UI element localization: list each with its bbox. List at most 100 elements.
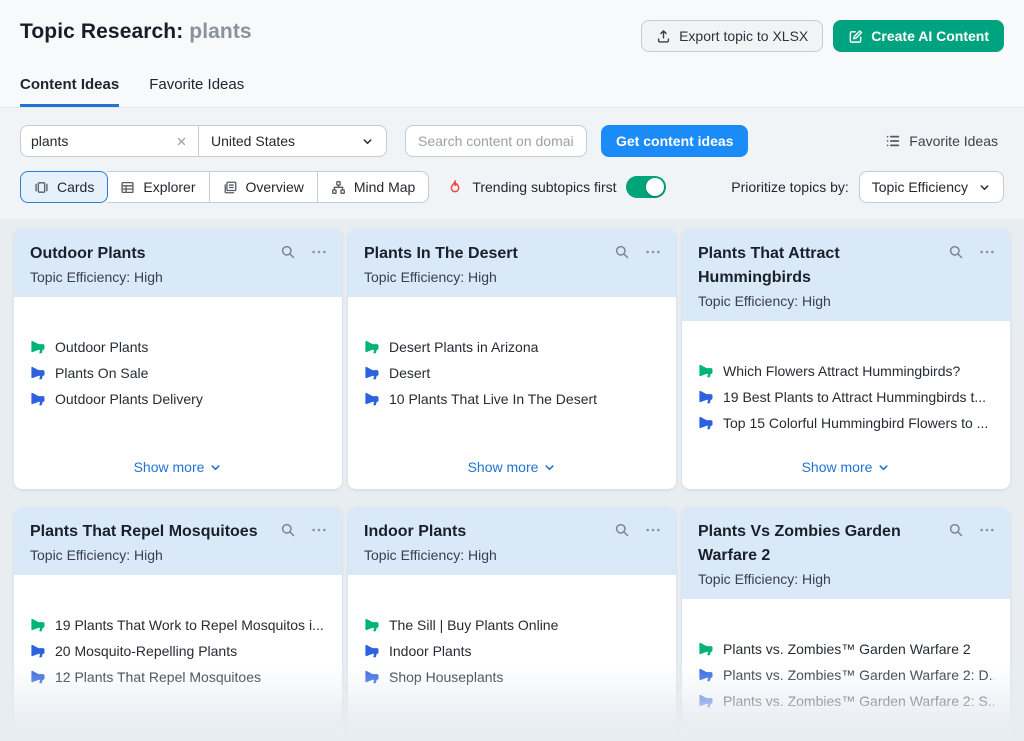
search-icon[interactable] (948, 522, 964, 538)
subtopic-item-label: 19 Plants That Work to Repel Mosquitos i… (55, 617, 324, 633)
tab-content-ideas[interactable]: Content Ideas (20, 76, 119, 107)
subtopic-item-label: The Sill | Buy Plants Online (389, 617, 558, 633)
megaphone-icon (698, 693, 714, 709)
view-tab-overview-label: Overview (246, 179, 304, 195)
topic-search-field[interactable] (21, 126, 199, 156)
card-header: Indoor Plants Topic Efficiency: High (348, 507, 676, 575)
trending-toggle[interactable] (626, 176, 666, 198)
chevron-down-icon (877, 461, 890, 474)
view-tab-cards[interactable]: Cards (20, 171, 108, 203)
table-icon (120, 180, 135, 195)
prioritize-label: Prioritize topics by: (731, 179, 848, 195)
topic-card: Plants That Attract Hummingbirds Topic E… (682, 229, 1010, 489)
search-icon[interactable] (280, 522, 296, 538)
show-more-link[interactable]: Show more (468, 459, 557, 477)
megaphone-icon (698, 667, 714, 683)
view-tab-explorer[interactable]: Explorer (107, 171, 209, 203)
subtopic-item[interactable]: Plants vs. Zombies™ Garden Warfare 2: D.… (698, 667, 994, 683)
view-tab-explorer-label: Explorer (143, 179, 195, 195)
more-options-icon[interactable] (645, 522, 661, 538)
topic-card: Plants In The Desert Topic Efficiency: H… (348, 229, 676, 489)
topic-card: Outdoor Plants Topic Efficiency: High Ou… (14, 229, 342, 489)
more-options-icon[interactable] (311, 244, 327, 260)
card-body: Plants vs. Zombies™ Garden Warfare 2 Plan… (682, 599, 1010, 741)
subtopic-item[interactable]: Plants On Sale (30, 365, 326, 381)
subtopic-item[interactable]: 19 Plants That Work to Repel Mosquitos i… (30, 617, 326, 633)
export-button-label: Export topic to XLSX (679, 28, 808, 44)
search-icon[interactable] (614, 522, 630, 538)
more-options-icon[interactable] (311, 522, 327, 538)
view-tab-overview[interactable]: Overview (210, 171, 318, 203)
domain-search-input[interactable] (405, 125, 587, 157)
search-icon[interactable] (280, 244, 296, 260)
subtopic-item[interactable]: Outdoor Plants Delivery (30, 391, 326, 407)
flame-icon (447, 179, 463, 195)
country-select[interactable]: United States (199, 126, 386, 156)
megaphone-icon (364, 391, 380, 407)
view-tab-cards-label: Cards (57, 179, 94, 195)
tab-favorite-ideas[interactable]: Favorite Ideas (149, 76, 244, 107)
page-header: Topic Research: plants Export topic to X… (0, 0, 1024, 108)
subtopic-item[interactable]: Outdoor Plants (30, 339, 326, 355)
topic-efficiency: Topic Efficiency: High (698, 293, 994, 309)
search-icon[interactable] (948, 244, 964, 260)
view-tab-mindmap-label: Mind Map (354, 179, 415, 195)
show-more-label: Show more (468, 459, 539, 475)
subtopic-item-label: Top 15 Colorful Hummingbird Flowers to .… (723, 415, 988, 431)
subtopic-item[interactable]: Plants vs. Zombies™ Garden Warfare 2: S.… (698, 693, 994, 709)
subtopic-item-label: Shop Houseplants (389, 669, 503, 685)
show-more-label: Show more (134, 737, 205, 741)
subtopic-item[interactable]: Which Flowers Attract Hummingbirds? (698, 363, 994, 379)
subtopic-item[interactable]: Shop Houseplants (364, 669, 660, 685)
chevron-down-icon (209, 461, 222, 474)
megaphone-icon (698, 415, 714, 431)
topic-search-input[interactable] (31, 133, 175, 149)
topic-efficiency: Topic Efficiency: High (30, 547, 326, 563)
subtopic-item[interactable]: 19 Best Plants to Attract Hummingbirds t… (698, 389, 994, 405)
show-more-link[interactable]: Show more (134, 737, 223, 741)
topic-efficiency: Topic Efficiency: High (364, 269, 660, 285)
search-icon[interactable] (614, 244, 630, 260)
subtopic-item[interactable]: Plants vs. Zombies™ Garden Warfare 2 (698, 641, 994, 657)
tab-bar: Content Ideas Favorite Ideas (20, 76, 1004, 107)
create-ai-content-button[interactable]: Create AI Content (833, 20, 1004, 52)
card-header: Plants That Attract Hummingbirds Topic E… (682, 229, 1010, 321)
prioritize-select[interactable]: Topic Efficiency (859, 171, 1004, 203)
more-options-icon[interactable] (645, 244, 661, 260)
megaphone-icon (698, 363, 714, 379)
megaphone-icon (698, 641, 714, 657)
more-options-icon[interactable] (979, 244, 995, 260)
subtopic-item-label: Outdoor Plants Delivery (55, 391, 203, 407)
subtopic-item[interactable]: Desert Plants in Arizona (364, 339, 660, 355)
card-body: Desert Plants in Arizona Desert 10 Plants … (348, 297, 676, 489)
subtopic-item[interactable]: 10 Plants That Live In The Desert (364, 391, 660, 407)
subtopic-item[interactable]: The Sill | Buy Plants Online (364, 617, 660, 633)
content-ideas-section: Outdoor Plants Topic Efficiency: High Ou… (0, 219, 1024, 741)
subtopic-item-label: Plants vs. Zombies™ Garden Warfare 2 (723, 641, 971, 657)
favorite-ideas-link[interactable]: Favorite Ideas (885, 133, 1004, 149)
favorite-ideas-link-label: Favorite Ideas (909, 133, 998, 149)
subtopic-item-label: Which Flowers Attract Hummingbirds? (723, 363, 960, 379)
show-more-link[interactable]: Show more (802, 459, 891, 477)
page-title-query: plants (189, 20, 251, 43)
more-options-icon[interactable] (979, 522, 995, 538)
megaphone-icon (30, 617, 46, 633)
card-header: Plants Vs Zombies Garden Warfare 2 Topic… (682, 507, 1010, 599)
subtopic-item[interactable]: Desert (364, 365, 660, 381)
show-more-label: Show more (802, 459, 873, 475)
subtopic-item[interactable]: 20 Mosquito-Repelling Plants (30, 643, 326, 659)
show-more-link[interactable]: Show more (468, 737, 557, 741)
subtopic-item[interactable]: 12 Plants That Repel Mosquitoes (30, 669, 326, 685)
list-icon (885, 133, 901, 149)
subtopic-item[interactable]: Top 15 Colorful Hummingbird Flowers to .… (698, 415, 994, 431)
view-tab-mindmap[interactable]: Mind Map (318, 171, 429, 203)
clear-search-icon[interactable] (175, 135, 188, 148)
topic-efficiency: Topic Efficiency: High (698, 571, 994, 587)
megaphone-icon (30, 669, 46, 685)
get-content-ideas-button[interactable]: Get content ideas (601, 125, 748, 157)
show-more-link[interactable]: Show more (134, 459, 223, 477)
subtopic-item[interactable]: Indoor Plants (364, 643, 660, 659)
show-more-link[interactable]: Show more (802, 737, 891, 741)
card-header: Plants In The Desert Topic Efficiency: H… (348, 229, 676, 297)
export-xlsx-button[interactable]: Export topic to XLSX (641, 20, 823, 52)
